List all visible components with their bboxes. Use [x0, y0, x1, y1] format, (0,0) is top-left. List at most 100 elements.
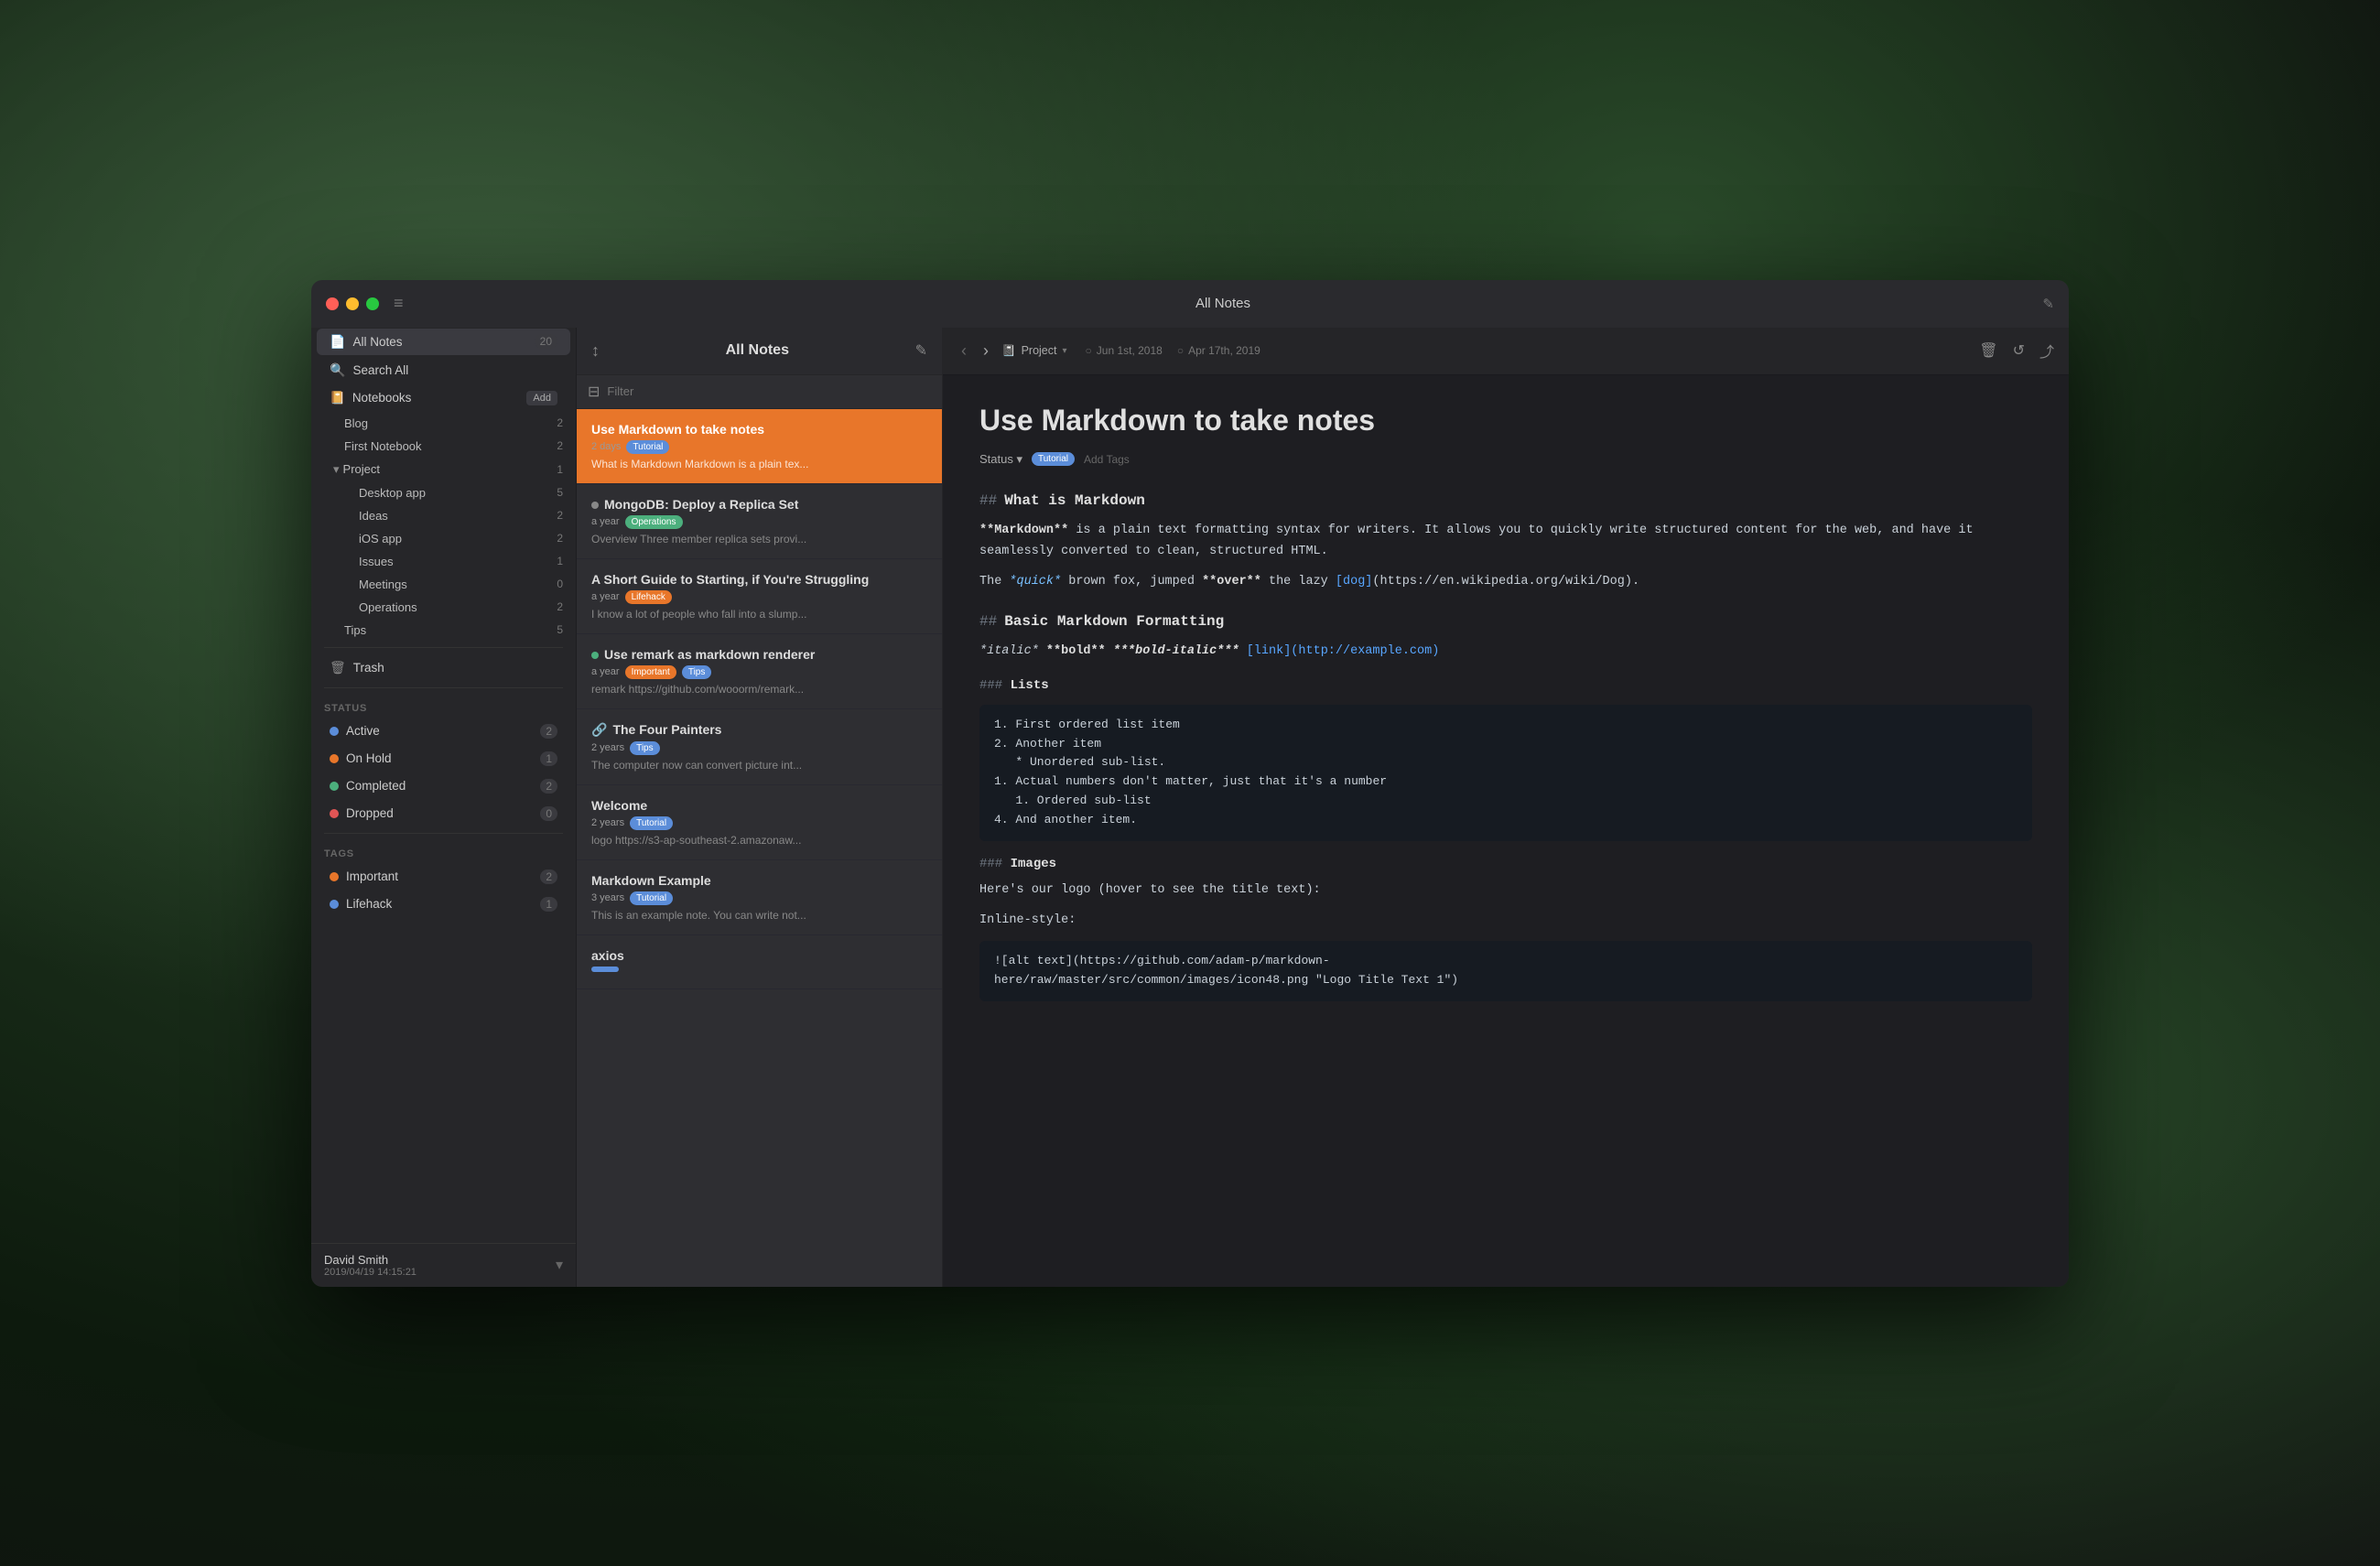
sidebar-notebook-operations[interactable]: Operations 2 — [311, 596, 576, 619]
notebook-ios-count: 2 — [557, 532, 563, 545]
important-count: 2 — [540, 869, 557, 884]
sidebar-status-dropped[interactable]: Dropped 0 — [317, 801, 570, 826]
note-age-3: a year — [591, 591, 620, 602]
history-icon[interactable]: ↺ — [2013, 341, 2025, 360]
titlebar: ≡ All Notes ✎ — [311, 280, 2069, 328]
note-list: ↕ All Notes ✎ ⊟ Use Markdown to take not… — [577, 328, 943, 1287]
divider-2 — [324, 687, 563, 688]
md-heading-what: ## What is Markdown — [979, 489, 2032, 513]
sidebar-notebook-meetings[interactable]: Meetings 0 — [311, 573, 576, 596]
compose-note-icon[interactable]: ✎ — [915, 341, 927, 360]
note-age-5: 2 years — [591, 742, 624, 753]
completed-count: 2 — [540, 779, 557, 794]
note-card-8[interactable]: axios — [577, 935, 942, 989]
sort-icon[interactable]: ↕ — [591, 341, 600, 361]
onhold-dot — [330, 754, 339, 763]
note-meta-2: a year Operations — [591, 515, 927, 529]
sidebar-item-trash[interactable]: 🗑 Trash — [317, 654, 570, 681]
sidebar-status-onhold[interactable]: On Hold 1 — [317, 746, 570, 772]
md-paragraph-1: **Markdown** is a plain text formatting … — [979, 521, 2032, 563]
note-title-3: A Short Guide to Starting, if You're Str… — [591, 572, 927, 587]
hamburger-icon[interactable]: ≡ — [394, 294, 404, 313]
md-image-code: ![alt text](https://github.com/adam-p/ma… — [979, 941, 2032, 1001]
markdown-body: ## What is Markdown **Markdown** is a pl… — [979, 489, 2032, 1001]
notebooks-header[interactable]: 📔 Notebooks Add — [317, 385, 570, 411]
notebook-first-label: First Notebook — [344, 439, 557, 453]
date-created: Jun 1st, 2018 — [1097, 344, 1163, 357]
breadcrumb-notebook[interactable]: Project — [1022, 344, 1057, 357]
lifehack-label: Lifehack — [346, 897, 540, 911]
sidebar-status-active[interactable]: Active 2 — [317, 718, 570, 744]
tags-section-header: Tags — [311, 839, 576, 863]
note-age-6: 2 years — [591, 817, 624, 828]
notebooks-add-button[interactable]: Add — [526, 391, 557, 405]
note-tag-tips-5: Tips — [630, 741, 660, 755]
notebook-ios-label: iOS app — [359, 532, 557, 545]
nav-forward-icon[interactable]: › — [979, 338, 992, 364]
editor-status-row: Status ▾ Tutorial Add Tags — [979, 452, 2032, 467]
add-tags-button[interactable]: Add Tags — [1084, 453, 1130, 466]
share-icon[interactable]: ⤴ — [2039, 340, 2054, 362]
note-title-4: Use remark as markdown renderer — [591, 647, 927, 662]
sidebar-tag-lifehack[interactable]: Lifehack 1 — [317, 891, 570, 917]
note-meta-8 — [591, 967, 927, 972]
sidebar-notebook-first[interactable]: First Notebook 2 — [311, 435, 576, 458]
delete-note-icon[interactable]: 🗑 — [1979, 341, 1997, 360]
sidebar: 📄 All Notes 20 🔍 Search All 📔 Notebooks … — [311, 328, 577, 1287]
md-paragraph-5: Inline-style: — [979, 911, 2032, 932]
all-notes-label: All Notes — [352, 335, 534, 349]
sidebar-status-completed[interactable]: Completed 2 — [317, 773, 570, 799]
onhold-count: 1 — [540, 751, 557, 766]
note-tag-lifehack-3: Lifehack — [625, 590, 672, 604]
trash-label: Trash — [353, 661, 557, 675]
sidebar-notebook-desktop[interactable]: Desktop app 5 — [311, 481, 576, 504]
notebook-tips-count: 5 — [557, 623, 563, 636]
note-card-5[interactable]: 🔗The Four Painters 2 years Tips The comp… — [577, 709, 942, 785]
sidebar-notebook-tips[interactable]: Tips 5 — [311, 619, 576, 642]
sidebar-tag-important[interactable]: Important 2 — [317, 864, 570, 890]
dropped-dot — [330, 809, 339, 818]
compose-icon[interactable]: ✎ — [2042, 296, 2054, 312]
note-tag-important-4: Important — [625, 665, 676, 679]
md-list-block: 1. First ordered list item 2. Another it… — [979, 705, 2032, 841]
app-body: 📄 All Notes 20 🔍 Search All 📔 Notebooks … — [311, 328, 2069, 1287]
toolbar-dates: ○ Jun 1st, 2018 ○ Apr 17th, 2019 — [1086, 344, 1260, 357]
note-card-7[interactable]: Markdown Example 3 years Tutorial This i… — [577, 860, 942, 935]
sidebar-notebook-ios[interactable]: iOS app 2 — [311, 527, 576, 550]
dropped-count: 0 — [540, 806, 557, 821]
editor-content[interactable]: Use Markdown to take notes Status ▾ Tuto… — [943, 375, 2069, 1287]
note-preview-4: remark https://github.com/wooorm/remark.… — [591, 683, 927, 696]
nav-back-icon[interactable]: ‹ — [957, 338, 970, 364]
status-label-text: Status ▾ — [979, 452, 1022, 467]
all-notes-icon: 📄 — [330, 334, 345, 350]
filter-input[interactable] — [607, 384, 931, 398]
traffic-light-close[interactable] — [326, 297, 339, 310]
editor-toolbar: ‹ › 📓 Project ▾ ○ Jun 1st, 2018 ○ Apr 17… — [943, 328, 2069, 375]
note-card-3[interactable]: A Short Guide to Starting, if You're Str… — [577, 559, 942, 634]
note-card-4[interactable]: Use remark as markdown renderer a year I… — [577, 634, 942, 709]
note-card-2[interactable]: MongoDB: Deploy a Replica Set a year Ope… — [577, 484, 942, 559]
notebook-meetings-label: Meetings — [359, 578, 557, 591]
sidebar-notebook-project[interactable]: ▾ Project 1 — [311, 458, 576, 481]
search-icon: 🔍 — [330, 362, 345, 378]
sidebar-notebook-ideas[interactable]: Ideas 2 — [311, 504, 576, 527]
sidebar-item-search[interactable]: 🔍 Search All — [317, 357, 570, 383]
notebook-blog-count: 2 — [557, 416, 563, 429]
sidebar-notebook-blog[interactable]: Blog 2 — [311, 412, 576, 435]
note-card-6[interactable]: Welcome 2 years Tutorial logo https://s3… — [577, 785, 942, 860]
note-preview-2: Overview Three member replica sets provi… — [591, 533, 927, 545]
editor-tag-tutorial[interactable]: Tutorial — [1032, 452, 1075, 466]
date-modified-item: ○ Apr 17th, 2019 — [1177, 344, 1260, 357]
note-card-1[interactable]: Use Markdown to take notes 2 days Tutori… — [577, 409, 942, 484]
traffic-light-fullscreen[interactable] — [366, 297, 379, 310]
sidebar-notebook-issues[interactable]: Issues 1 — [311, 550, 576, 573]
active-count: 2 — [540, 724, 557, 739]
sidebar-item-all-notes[interactable]: 📄 All Notes 20 — [317, 329, 570, 355]
user-section[interactable]: David Smith 2019/04/19 14:15:21 ▾ — [311, 1243, 576, 1287]
note-meta-3: a year Lifehack — [591, 590, 927, 604]
completed-dot — [330, 782, 339, 791]
traffic-light-minimize[interactable] — [346, 297, 359, 310]
titlebar-title: All Notes — [404, 296, 2043, 311]
breadcrumb-dropdown-icon[interactable]: ▾ — [1062, 346, 1066, 356]
all-notes-count: 20 — [535, 334, 557, 349]
